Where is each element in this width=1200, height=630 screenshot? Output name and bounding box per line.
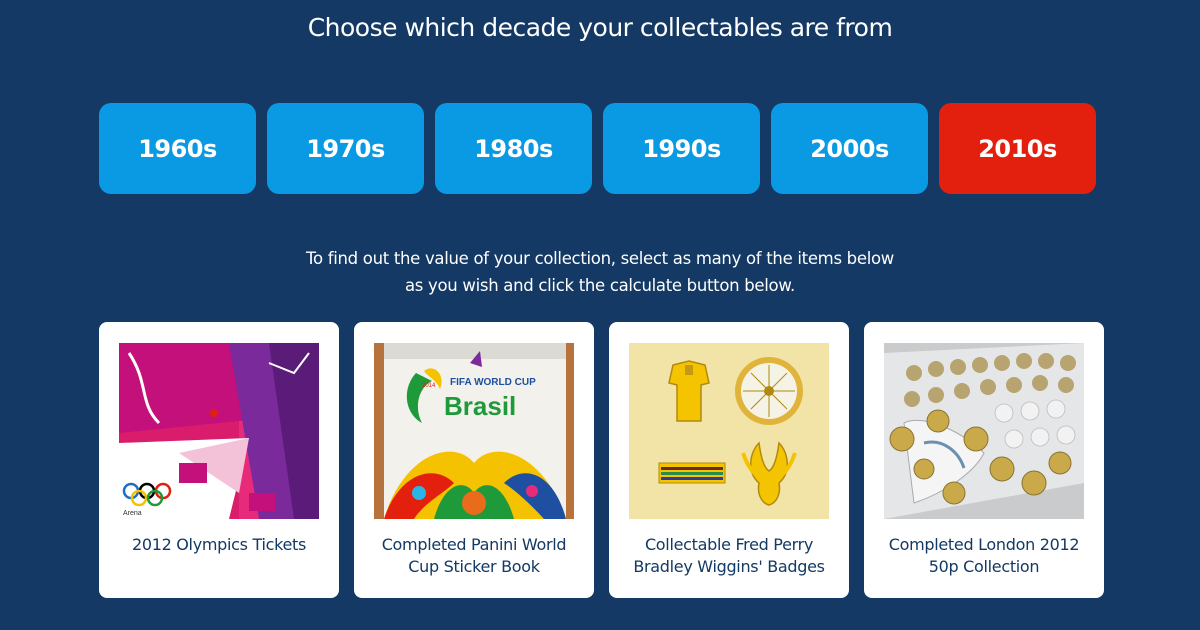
item-label-line-1: Collectable Fred Perry — [644, 535, 814, 554]
page-title: Choose which decade your collectables ar… — [307, 13, 893, 42]
item-label: 2012 Olympics Tickets — [109, 534, 329, 556]
item-label-line-2: Bradley Wiggins' Badges — [633, 557, 825, 576]
item-card-panini-sticker-book[interactable]: FIFA WORLD CUP Brasil 2014 Completed Pan… — [354, 322, 594, 598]
decade-button-2010s[interactable]: 2010s — [939, 103, 1096, 194]
item-label-line-1: Completed Panini World — [381, 535, 567, 554]
item-card-50p-collection[interactable]: Completed London 2012 50p Collection — [864, 322, 1104, 598]
item-cards: Arena 2012 Olympics Tickets FIFA WORLD C… — [99, 322, 1104, 598]
olympics-tickets-image: Arena — [119, 343, 319, 519]
instructions-line-2: as you wish and click the calculate butt… — [405, 276, 795, 295]
panini-sticker-book-image: FIFA WORLD CUP Brasil 2014 — [374, 343, 574, 519]
item-card-fred-perry-badges[interactable]: Collectable Fred Perry Bradley Wiggins' … — [609, 322, 849, 598]
book-year-text: 2014 — [422, 383, 436, 389]
item-card-olympics-tickets[interactable]: Arena 2012 Olympics Tickets — [99, 322, 339, 598]
ticket-arena-text: Arena — [123, 510, 142, 517]
item-label: Collectable Fred Perry Bradley Wiggins' … — [619, 534, 839, 578]
item-label-line-2: Cup Sticker Book — [408, 557, 540, 576]
book-fifa-text: FIFA WORLD CUP — [450, 377, 536, 388]
instructions: To find out the value of your collection… — [0, 245, 1200, 299]
book-brasil-text: Brasil — [444, 391, 516, 421]
decade-selector: 1960s 1970s 1980s 1990s 2000s 2010s — [99, 103, 1096, 194]
item-label: Completed Panini World Cup Sticker Book — [364, 534, 584, 578]
decade-button-1990s[interactable]: 1990s — [603, 103, 760, 194]
item-label-line-1: 2012 Olympics Tickets — [131, 535, 307, 554]
fred-perry-badges-image — [629, 343, 829, 519]
decade-button-2000s[interactable]: 2000s — [771, 103, 928, 194]
coin-collection-image — [884, 343, 1084, 519]
item-label-line-1: Completed London 2012 — [888, 535, 1080, 554]
instructions-line-1: To find out the value of your collection… — [305, 249, 894, 268]
item-label-line-2: 50p Collection — [928, 557, 1040, 576]
decade-button-1980s[interactable]: 1980s — [435, 103, 592, 194]
decade-button-1970s[interactable]: 1970s — [267, 103, 424, 194]
item-label: Completed London 2012 50p Collection — [874, 534, 1094, 578]
decade-button-1960s[interactable]: 1960s — [99, 103, 256, 194]
